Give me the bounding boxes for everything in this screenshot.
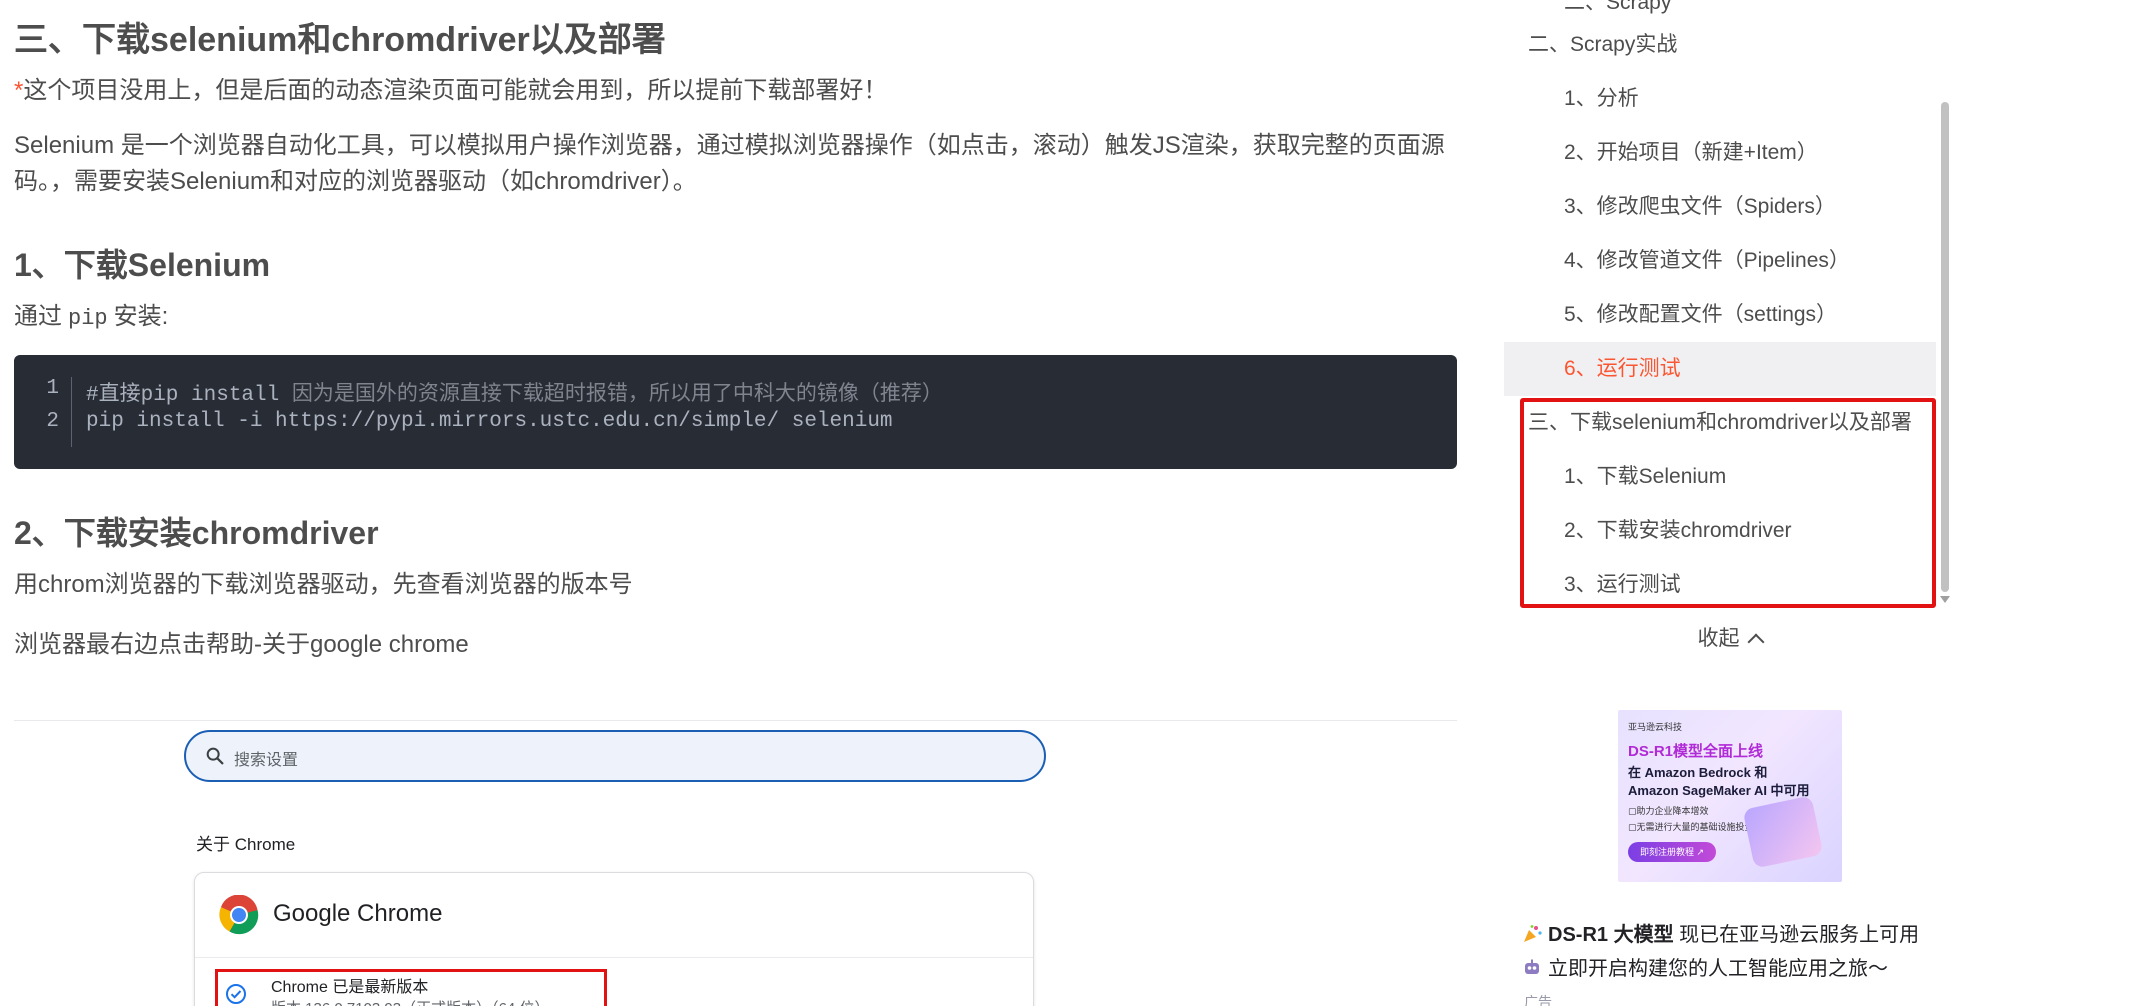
ad-illustration — [1742, 795, 1824, 869]
toc-collapse-button[interactable]: 收起 — [1504, 622, 1955, 652]
chrome-logo-icon — [219, 895, 259, 935]
ad-banner-title: DS-R1模型全面上线 — [1628, 743, 1764, 760]
toc-item-settings[interactable]: 5、修改配置文件（settings） — [1504, 288, 1936, 342]
pip-suffix: 安装: — [113, 303, 169, 330]
line-number: 1 — [46, 377, 59, 400]
settings-search-bar: 搜索设置 — [184, 730, 1046, 782]
toc-item-run-test-active[interactable]: 6、运行测试 — [1504, 342, 1936, 396]
search-icon — [206, 747, 224, 765]
code-comment-keyword: #直接pip install — [86, 384, 280, 407]
ad-subline-text: 立即开启构建您的人工智能应用之旅～ — [1548, 958, 1888, 980]
toc-item-start-project[interactable]: 2、开始项目（新建+Item） — [1504, 126, 1936, 180]
ad-headline-rest: 现已在亚马逊云服务上可用 — [1673, 924, 1920, 946]
subheading-download-chromdriver: 2、下载安装chromdriver — [14, 515, 379, 551]
about-chrome-instruction: 浏览器最右边点击帮助-关于google chrome — [14, 631, 469, 658]
ad-subline[interactable]: 立即开启构建您的人工智能应用之旅～ — [1522, 952, 1888, 981]
ad-banner-bullet: ▢无需进行大量的基础设施投资 — [1628, 822, 1754, 832]
ad-banner-bullet: ▢助力企业降本增效 — [1628, 806, 1709, 816]
ad-headline[interactable]: DS-R1 大模型 现已在亚马逊云服务上可用 — [1522, 918, 1919, 947]
ad-brand: 亚马逊云科技 — [1628, 722, 1683, 732]
ad-headline-bold: DS-R1 大模型 — [1548, 924, 1674, 946]
pip-install-line: 通过 pip 安装: — [14, 296, 168, 331]
toc-item-scrapy-practice[interactable]: 二、Scrapy实战 — [1504, 18, 1936, 72]
search-placeholder: 搜索设置 — [234, 752, 299, 769]
table-of-contents: 二、Scrapy 二、Scrapy实战 1、分析 2、开始项目（新建+Item）… — [1504, 0, 1955, 666]
toc-scrollbar-thumb[interactable] — [1941, 102, 1949, 592]
divider — [14, 720, 1457, 721]
card-divider — [195, 957, 1033, 958]
code-block[interactable]: 1 2 #直接pip install 因为是国外的资源直接下载超时报错，所以用了… — [14, 355, 1457, 469]
highlight-box — [215, 969, 607, 1006]
toc-clipped-item[interactable]: 二、Scrapy — [1564, 0, 1671, 16]
note-star: * — [14, 77, 24, 104]
code-line-2: pip install -i https://pypi.mirrors.ustc… — [86, 410, 893, 433]
code-line-1: #直接pip install 因为是国外的资源直接下载超时报错，所以用了中科大的… — [86, 377, 943, 407]
chevron-up-icon — [1747, 633, 1764, 651]
collapse-label: 收起 — [1697, 627, 1740, 650]
toc-item-analysis[interactable]: 1、分析 — [1504, 72, 1936, 126]
pip-inline-code: pip — [68, 306, 108, 331]
toc-item-spiders[interactable]: 3、修改爬虫文件（Spiders） — [1504, 180, 1936, 234]
robot-icon — [1525, 959, 1539, 974]
article-content: 三、下载selenium和chromdriver以及部署 *这个项目没用上，但是… — [14, 0, 1458, 1006]
scroll-down-arrow-icon[interactable] — [1940, 596, 1950, 603]
chrome-version-instruction: 用chrom浏览器的下载浏览器驱动，先查看浏览器的版本号 — [14, 571, 633, 598]
ad-label: 广告 — [1524, 994, 1552, 1006]
subheading-download-selenium: 1、下载Selenium — [14, 247, 271, 283]
ad-cta-button[interactable]: 即刻注册教程 ↗ — [1628, 842, 1716, 862]
pip-prefix: 通过 — [14, 303, 62, 330]
line-number-gutter: 1 2 — [14, 377, 72, 447]
about-chrome-title: 关于 Chrome — [196, 835, 296, 854]
code-comment: 因为是国外的资源直接下载超时报错，所以用了中科大的镜像（推荐） — [279, 384, 943, 407]
ad-card[interactable]: 亚马逊云科技 DS-R1模型全面上线 在 Amazon Bedrock 和 Am… — [1504, 680, 1955, 1006]
line-number: 2 — [46, 410, 59, 433]
ad-banner-image[interactable]: 亚马逊云科技 DS-R1模型全面上线 在 Amazon Bedrock 和 Am… — [1618, 710, 1842, 882]
toc-highlight-box — [1520, 398, 1936, 608]
note-body: 这个项目没用上，但是后面的动态渲染页面可能就会用到，所以提前下载部署好！ — [23, 77, 888, 104]
chrome-info-card: Google Chrome Chrome 已是最新版本 版本 136.0.710… — [194, 872, 1034, 1006]
selenium-description: Selenium 是一个浏览器自动化工具，可以模拟用户操作浏览器，通过模拟浏览器… — [14, 132, 1445, 195]
section-heading: 三、下载selenium和chromdriver以及部署 — [14, 21, 666, 59]
ad-banner-line: 在 Amazon Bedrock 和 — [1628, 765, 1768, 780]
note-text: *这个项目没用上，但是后面的动态渲染页面可能就会用到，所以提前下载部署好！ — [14, 70, 887, 105]
party-popper-icon — [1524, 925, 1542, 942]
product-name: Google Chrome — [273, 900, 443, 927]
toc-item-pipelines[interactable]: 4、修改管道文件（Pipelines） — [1504, 234, 1936, 288]
ad-banner-line: Amazon SageMaker AI 中可用 — [1628, 783, 1810, 798]
chrome-about-screenshot: 搜索设置 关于 Chrome Google Chrome Chrome 已是最新… — [174, 722, 1054, 1006]
